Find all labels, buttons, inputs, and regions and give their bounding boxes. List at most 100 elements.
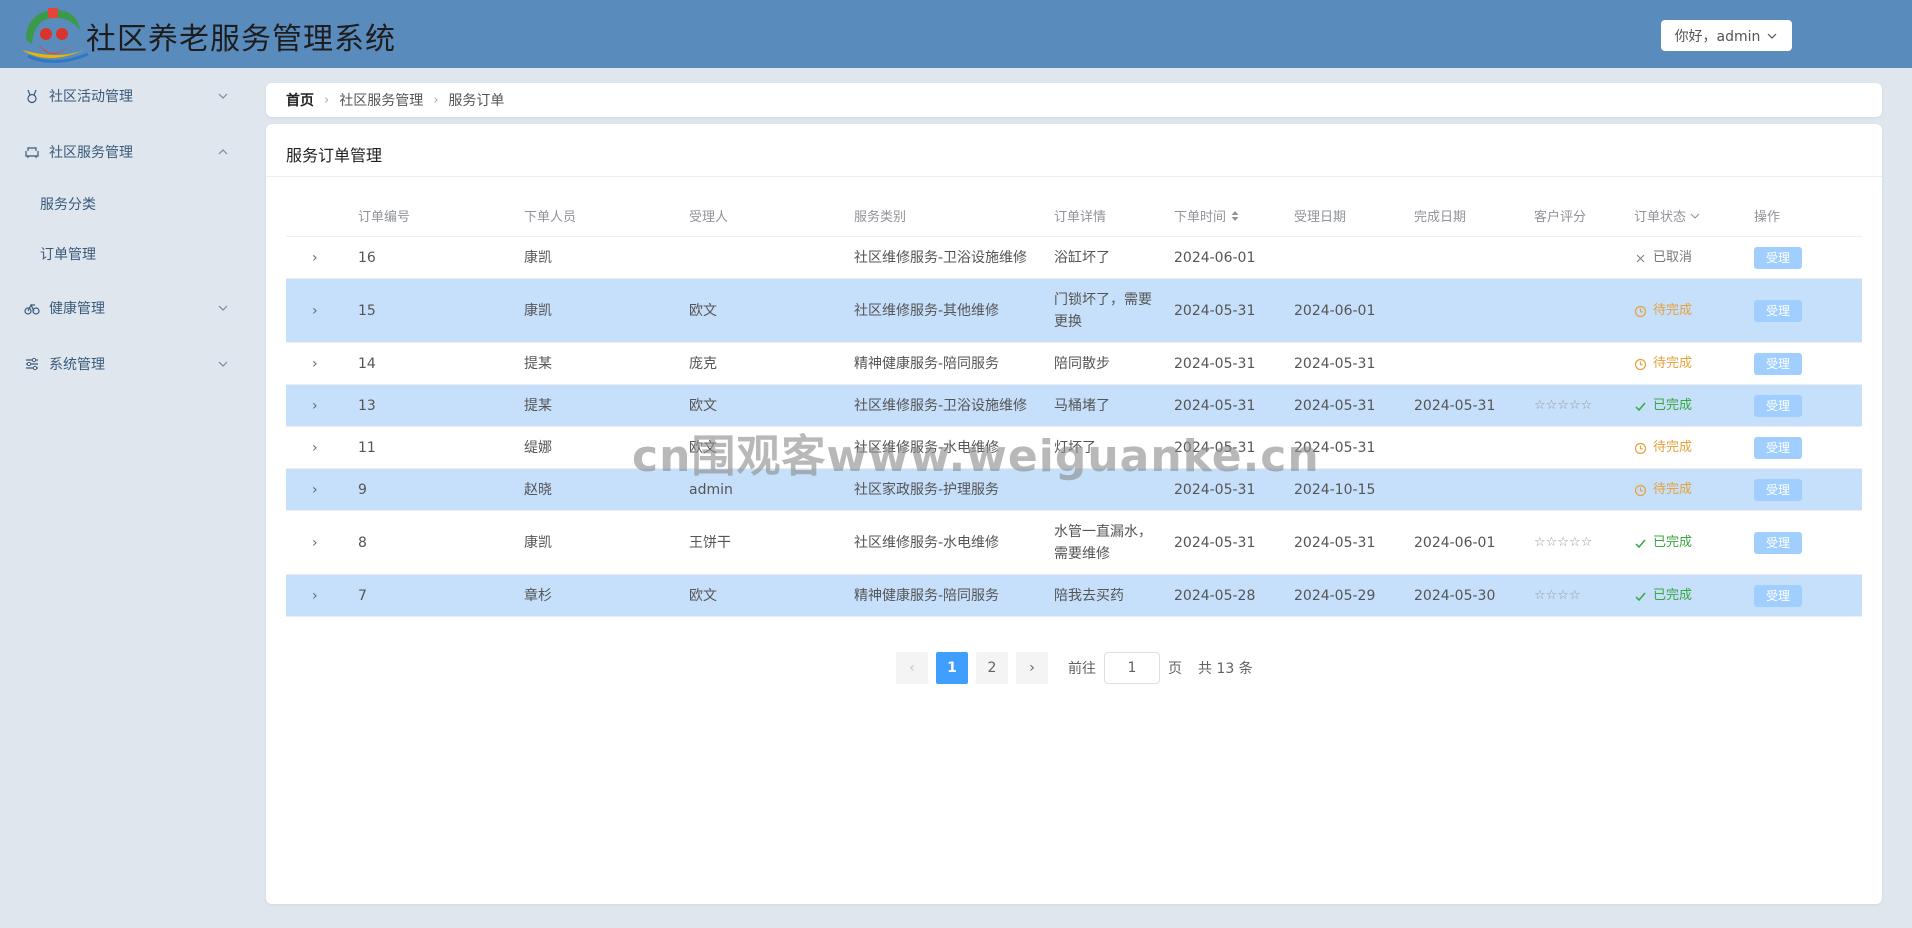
cell-order-no: 7	[358, 588, 367, 604]
table-header: 订单编号 下单人员 受理人 服务类别 订单详情 下单时间 受理日期 完成日期 客…	[286, 194, 1862, 237]
clock-icon	[1634, 442, 1647, 454]
page-button-2[interactable]: 2	[976, 652, 1008, 684]
sidebar-item-community-activities[interactable]: 社区活动管理	[0, 76, 250, 116]
table-row[interactable]: › 8 康凯 王饼干 社区维修服务-水电维修 水管一直漏水，需要维修 2024-05-31 2…	[286, 511, 1862, 575]
cell-action: 受理	[1754, 427, 1802, 469]
column-header-accept-date: 受理日期	[1294, 210, 1347, 225]
sort-icon[interactable]	[1230, 210, 1240, 222]
sidebar-subitem-service-category[interactable]: 服务分类	[40, 189, 96, 219]
cell-handler: 欧文	[689, 303, 717, 319]
cell-category: 社区维修服务-其他维修	[854, 303, 1000, 319]
sidebar-item-label: 社区服务管理	[49, 145, 133, 161]
orders-table: 订单编号 下单人员 受理人 服务类别 订单详情 下单时间 受理日期 完成日期 客…	[286, 194, 1862, 617]
sidebar: 社区活动管理 社区服务管理 服务分类 订单管理 健康管理 系统管理	[0, 68, 250, 928]
expand-row-icon[interactable]: ›	[312, 511, 318, 575]
table-row[interactable]: › 14 提某 庞克 精神健康服务-陪同服务 陪同散步 2024-05-31 2024-05-…	[286, 343, 1862, 385]
cell-action: 受理	[1754, 385, 1802, 427]
table-row[interactable]: › 7 章杉 欧文 精神健康服务-陪同服务 陪我去买药 2024-05-28 2024-05-…	[286, 575, 1862, 617]
page-button-1[interactable]: 1	[936, 652, 968, 684]
expand-row-icon[interactable]: ›	[312, 469, 318, 511]
cell-handler: 王饼干	[689, 535, 731, 551]
breadcrumb: 首页 › 社区服务管理 › 服务订单	[266, 83, 1882, 117]
user-menu-dropdown[interactable]: 你好，admin	[1661, 20, 1792, 51]
page-title: 服务订单管理	[286, 146, 383, 165]
prev-page-button[interactable]: ‹	[896, 652, 928, 684]
cell-order-no: 8	[358, 535, 367, 551]
cell-finish-date: 2024-05-30	[1414, 588, 1496, 604]
cell-customer: 康凯	[524, 535, 552, 551]
column-header-customer: 下单人员	[524, 210, 577, 225]
accept-order-button[interactable]: 受理	[1754, 479, 1802, 501]
breadcrumb-home[interactable]: 首页	[286, 90, 314, 110]
sidebar-item-label: 健康管理	[49, 301, 105, 317]
breadcrumb-current: 服务订单	[448, 93, 505, 109]
cell-customer: 章杉	[524, 588, 552, 604]
sidebar-item-label: 系统管理	[49, 357, 105, 373]
sidebar-item-label: 社区活动管理	[49, 89, 133, 105]
expand-row-icon[interactable]: ›	[312, 427, 318, 469]
expand-row-icon[interactable]: ›	[312, 279, 318, 343]
column-header-category: 服务类别	[854, 210, 907, 225]
column-header-finish-date: 完成日期	[1414, 210, 1467, 225]
page-unit-label: 页	[1168, 661, 1182, 677]
accept-order-button[interactable]: 受理	[1754, 300, 1802, 322]
accept-order-button[interactable]: 受理	[1754, 532, 1802, 554]
cell-action: 受理	[1754, 279, 1802, 343]
cell-handler	[689, 237, 839, 279]
status-label: 待完成	[1653, 440, 1693, 455]
cell-order-time: 2024-05-31	[1174, 303, 1256, 319]
cell-category: 精神健康服务-陪同服务	[854, 588, 1000, 604]
column-header-status[interactable]: 订单状态	[1634, 194, 1700, 237]
expand-row-icon[interactable]: ›	[312, 237, 318, 279]
cell-category: 社区维修服务-卫浴设施维修	[854, 250, 1028, 266]
accept-order-button[interactable]: 受理	[1754, 585, 1802, 607]
expand-row-icon[interactable]: ›	[312, 343, 318, 385]
breadcrumb-separator-icon: ›	[324, 92, 330, 108]
status-badge: 待完成	[1634, 437, 1692, 459]
status-label: 待完成	[1653, 482, 1693, 497]
cell-order-no: 14	[358, 356, 376, 372]
cell-status: 已取消	[1634, 237, 1692, 279]
column-header-order-time[interactable]: 下单时间	[1174, 194, 1240, 237]
accept-order-button[interactable]: 受理	[1754, 353, 1802, 375]
sidebar-item-community-services[interactable]: 社区服务管理	[0, 132, 250, 172]
watermark-text: cn围观客www.weiguanke.cn	[632, 431, 1320, 482]
cell-order-no: 15	[358, 303, 376, 319]
sidebar-item-system-management[interactable]: 系统管理	[0, 344, 250, 384]
status-badge: 已完成	[1634, 395, 1692, 417]
accept-order-button[interactable]: 受理	[1754, 437, 1802, 459]
bicycle-icon	[24, 303, 40, 315]
accept-order-button[interactable]: 受理	[1754, 395, 1802, 417]
table-row[interactable]: › 16 康凯 社区维修服务-卫浴设施维修 浴缸坏了 2024-06-01 已取消 受理	[286, 237, 1862, 279]
goto-page-input[interactable]: 1	[1104, 652, 1160, 684]
column-header-handler: 受理人	[689, 210, 729, 225]
cell-detail: 陪我去买药	[1054, 588, 1124, 604]
sidebar-subitem-order-management[interactable]: 订单管理	[40, 239, 96, 269]
cell-accept-date: 2024-05-29	[1294, 588, 1376, 604]
cell-handler: 欧文	[689, 588, 717, 604]
expand-row-icon[interactable]: ›	[312, 575, 318, 617]
filter-chevron-icon[interactable]	[1690, 211, 1700, 221]
status-badge: 待完成	[1634, 300, 1692, 322]
next-page-button[interactable]: ›	[1016, 652, 1048, 684]
cell-customer: 康凯	[524, 250, 552, 266]
check-icon	[1635, 592, 1646, 601]
status-badge: 已取消	[1634, 247, 1692, 269]
cell-finish-date	[1414, 469, 1524, 511]
accept-order-button[interactable]: 受理	[1754, 247, 1802, 269]
cell-rating	[1534, 427, 1624, 469]
cell-rating: ☆☆☆☆☆	[1534, 535, 1593, 550]
expand-row-icon[interactable]: ›	[312, 385, 318, 427]
divider	[266, 176, 1882, 177]
cell-order-no: 16	[358, 250, 376, 266]
cell-rating	[1534, 343, 1624, 385]
cell-status: 已完成	[1634, 385, 1692, 427]
status-label: 已取消	[1653, 250, 1693, 265]
chevron-down-icon	[218, 305, 228, 311]
cell-finish-date	[1414, 343, 1524, 385]
cell-accept-date: 2024-06-01	[1294, 303, 1376, 319]
cell-status: 待完成	[1634, 427, 1692, 469]
sidebar-item-health-management[interactable]: 健康管理	[0, 288, 250, 328]
table-row[interactable]: › 15 康凯 欧文 社区维修服务-其他维修 门锁坏了，需要更换 2024-05-31 202…	[286, 279, 1862, 343]
status-badge: 已完成	[1634, 532, 1692, 554]
